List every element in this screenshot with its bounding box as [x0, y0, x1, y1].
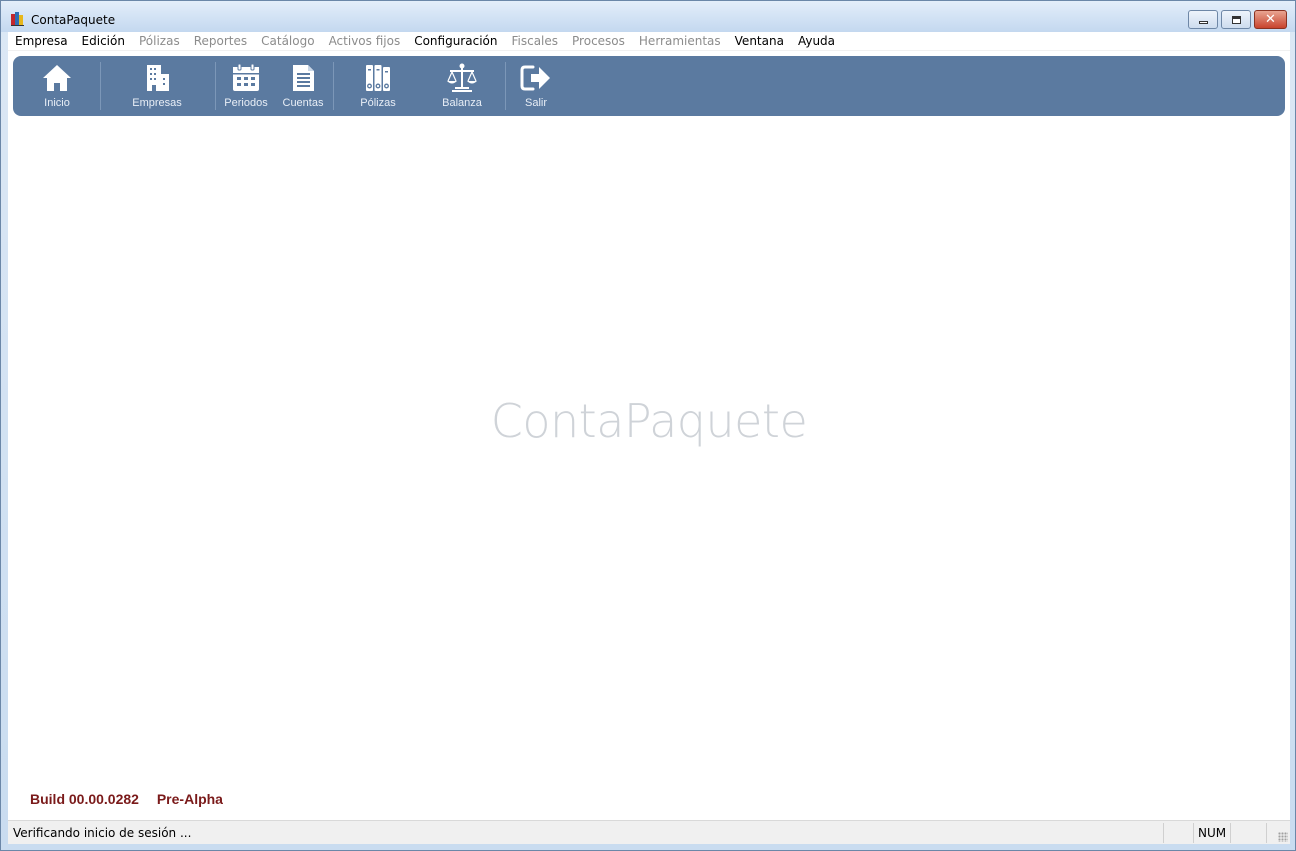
toolbar-salir-label: Salir [524, 97, 547, 109]
toolbar-cuentas-label: Cuentas [282, 97, 324, 109]
toolbar-inicio-button[interactable]: Inicio [35, 62, 79, 112]
build-info: Build 00.00.0282 Pre-Alpha [30, 791, 237, 807]
toolbar-periodos-label: Periodos [224, 97, 268, 109]
status-message: Verificando inicio de sesión ... [13, 826, 192, 840]
menu-reportes[interactable]: Reportes [187, 32, 254, 51]
menu-procesos[interactable]: Procesos [565, 32, 632, 51]
calendar-icon [233, 63, 259, 91]
toolbar-cuentas-button[interactable]: Cuentas [281, 62, 325, 112]
menu-edicion[interactable]: Edición [75, 32, 132, 51]
window-title: ContaPaquete [31, 13, 116, 27]
menu-fiscales[interactable]: Fiscales [504, 32, 565, 51]
maximize-button[interactable] [1221, 10, 1251, 29]
menu-activos-fijos[interactable]: Activos fijos [322, 32, 408, 51]
toolbar-empresas-label: Empresas [132, 97, 182, 109]
build-version: Build 00.00.0282 [30, 791, 139, 807]
toolbar-periodos-button[interactable]: Periodos [223, 62, 269, 112]
menu-herramientas[interactable]: Herramientas [632, 32, 728, 51]
status-pane-divider [1266, 823, 1267, 843]
toolbar-balanza-button[interactable]: Balanza [439, 62, 485, 112]
status-pane-divider [1163, 823, 1164, 843]
app-window: ContaPaquete ✕ Empresa Edición Pólizas R… [0, 0, 1296, 851]
client-area: Empresa Edición Pólizas Reportes Catálog… [8, 32, 1290, 844]
exit-icon [520, 65, 550, 91]
menu-ayuda[interactable]: Ayuda [791, 32, 842, 51]
main-toolbar: Inicio Empresas Periodos Cuentas Pólizas… [13, 56, 1285, 116]
build-stage: Pre-Alpha [156, 791, 223, 807]
menu-configuracion[interactable]: Configuración [407, 32, 504, 51]
menu-catalogo[interactable]: Catálogo [254, 32, 321, 51]
toolbar-balanza-label: Balanza [442, 97, 482, 109]
app-icon [11, 12, 24, 26]
status-pane-divider [1193, 823, 1194, 843]
menu-polizas[interactable]: Pólizas [132, 32, 187, 51]
app-watermark: ContaPaquete [490, 394, 808, 448]
status-bar: Verificando inicio de sesión ... NUM [8, 820, 1290, 844]
toolbar-salir-button[interactable]: Salir [515, 62, 557, 112]
menu-ventana[interactable]: Ventana [728, 32, 791, 51]
status-pane-divider [1230, 823, 1231, 843]
toolbar-polizas-button[interactable]: Pólizas [355, 62, 401, 112]
toolbar-inicio-label: Inicio [44, 97, 70, 109]
close-icon: ✕ [1265, 12, 1276, 27]
minimize-button[interactable] [1188, 10, 1218, 29]
binders-icon [366, 65, 390, 91]
minimize-icon [1198, 21, 1208, 24]
toolbar-separator [215, 62, 216, 110]
document-list-icon [293, 65, 314, 91]
status-num-indicator: NUM [1198, 826, 1227, 840]
maximize-icon [1231, 15, 1241, 24]
title-bar[interactable]: ContaPaquete ✕ [1, 1, 1295, 32]
menu-empresa[interactable]: Empresa [8, 32, 75, 51]
close-button[interactable]: ✕ [1254, 10, 1287, 29]
resize-grip[interactable] [1278, 832, 1288, 842]
toolbar-separator [333, 62, 334, 110]
scale-icon [447, 63, 477, 92]
toolbar-separator [505, 62, 506, 110]
toolbar-polizas-label: Pólizas [360, 97, 396, 109]
building-icon [147, 65, 169, 91]
home-icon [43, 65, 71, 91]
toolbar-empresas-button[interactable]: Empresas [131, 62, 183, 112]
toolbar-separator [100, 62, 101, 110]
menu-bar: Empresa Edición Pólizas Reportes Catálog… [8, 32, 1290, 51]
